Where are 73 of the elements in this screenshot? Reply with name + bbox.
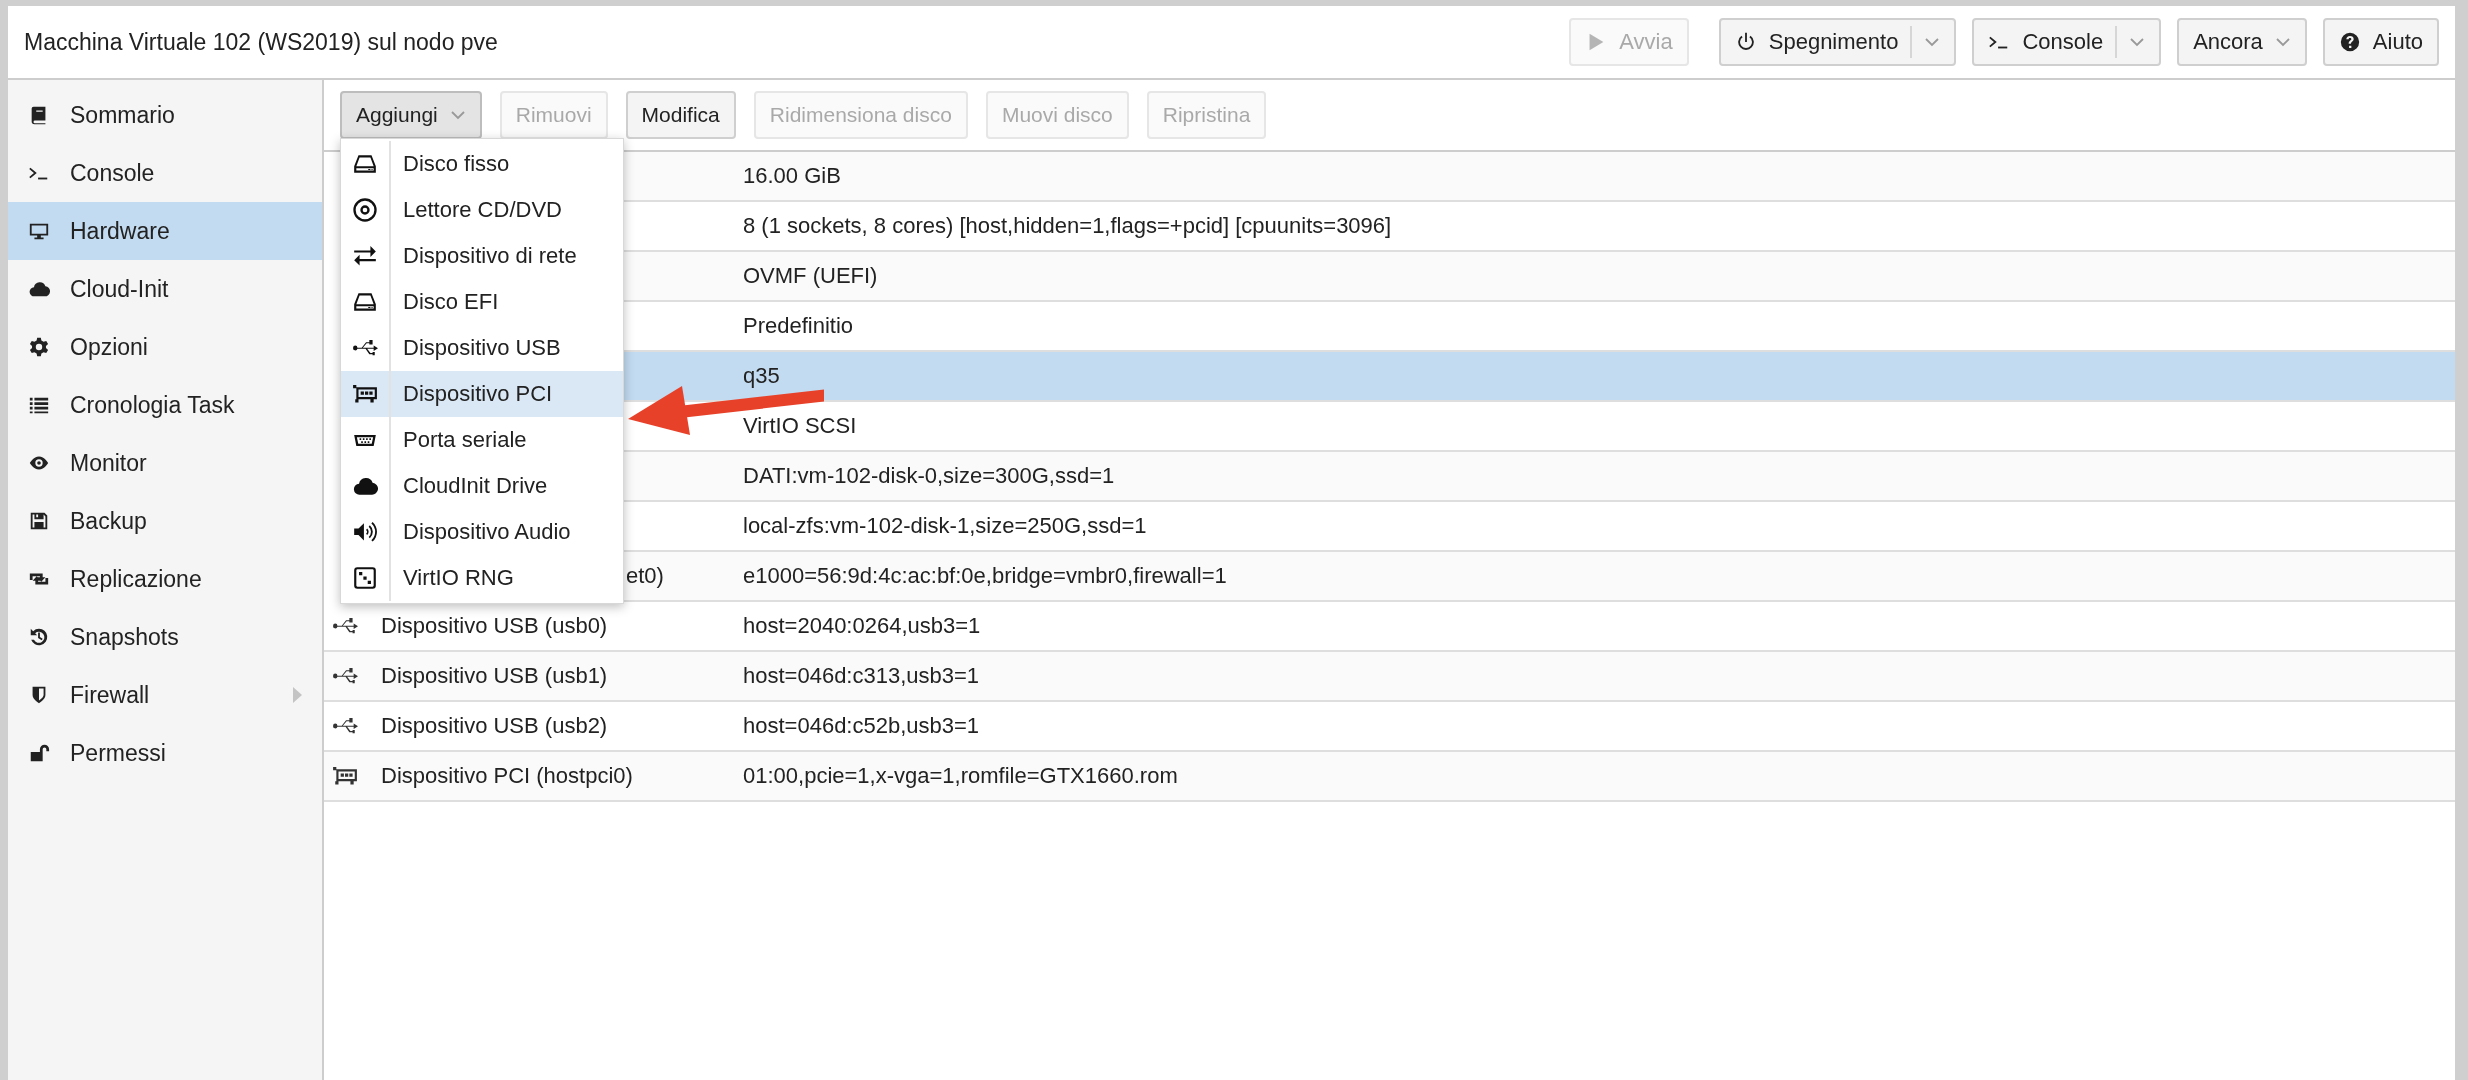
menu-item[interactable]: VirtIO RNG	[341, 555, 623, 601]
toolbar-button[interactable]: Spegnimento	[1718, 18, 1957, 66]
sidebar-item[interactable]: Backup	[8, 492, 322, 550]
table-cell: local-zfs:vm-102-disk-1,size=250G,ssd=1	[743, 513, 1147, 539]
menu-item[interactable]: CloudInit Drive	[341, 463, 623, 509]
menu-item[interactable]: Disco fisso	[341, 141, 623, 187]
usb-icon	[332, 717, 358, 735]
menu-item[interactable]: Dispositivo USB	[341, 325, 623, 371]
toolbar-button[interactable]: Modifica	[625, 91, 736, 139]
dice-icon	[352, 565, 378, 591]
sidebar-item[interactable]: Snapshots	[8, 608, 322, 666]
caret-icon	[449, 110, 466, 120]
help-icon	[2338, 31, 2361, 53]
sidebar-item[interactable]: Opzioni	[8, 318, 322, 376]
toolbar-button[interactable]: Ancora	[2177, 18, 2307, 66]
unlocked-padlock-icon	[28, 742, 50, 764]
table-cell: 16.00 GiB	[743, 163, 841, 189]
table-cell: DATI:vm-102-disk-0,size=300G,ssd=1	[743, 463, 1115, 489]
menu-item[interactable]: Porta seriale	[341, 417, 623, 463]
table-row[interactable]: DATI:vm-102-disk-0,size=300G,ssd=1	[622, 452, 2455, 502]
table-cell: VirtIO SCSI	[743, 413, 857, 439]
table-row[interactable]: Dispositivo PCI (hostpci0) 01:00,pcie=1,x-vga=1,romfile=GTX1660.rom	[324, 752, 2455, 802]
table-cell: q35	[743, 363, 780, 389]
gear-icon	[28, 336, 50, 358]
usb-icon	[352, 339, 378, 357]
expansion-card-icon	[352, 384, 378, 404]
table-cell: host=2040:0264,usb3=1	[743, 613, 981, 639]
toolbar-button[interactable]: Console	[1972, 18, 2162, 66]
swap-arrows-icon	[352, 245, 378, 267]
sidebar-item[interactable]: Hardware	[8, 202, 322, 260]
caret-icon	[2274, 37, 2291, 47]
caret-icon	[2129, 37, 2146, 47]
table-row[interactable]: q35	[622, 352, 2455, 402]
table-cell: Dispositivo USB (usb1)	[381, 663, 608, 688]
history-icon	[28, 626, 50, 648]
sidebar-item[interactable]: Console	[8, 144, 322, 202]
usb-icon	[332, 617, 358, 635]
table-row[interactable]: 16.00 GiB	[622, 152, 2455, 202]
table-cell: host=046d:c52b,usb3=1	[743, 713, 980, 739]
table-cell: host=046d:c313,usb3=1	[743, 663, 980, 689]
menu-item[interactable]: Disco EFI	[341, 279, 623, 325]
help-button[interactable]: Aiuto	[2322, 18, 2439, 66]
sidebar-item[interactable]: Replicazione	[8, 550, 322, 608]
menu-item[interactable]: Lettore CD/DVD	[341, 187, 623, 233]
menu-item[interactable]: Dispositivo PCI	[341, 371, 623, 417]
sidebar-item[interactable]: Cloud-Init	[8, 260, 322, 318]
window-title: Macchina Virtuale 102 (WS2019) sul nodo pve	[24, 28, 499, 56]
sidebar-item[interactable]: Cronologia Task	[8, 376, 322, 434]
sidebar-item[interactable]: Firewall	[8, 666, 322, 724]
expand-arrow-icon[interactable]	[293, 687, 302, 703]
table-cell: e1000=56:9d:4c:ac:bf:0e,bridge=vmbr0,firewall=1	[743, 563, 1227, 589]
table-cell: 01:00,pcie=1,x-vga=1,romfile=GTX1660.rom	[743, 763, 1178, 789]
sidebar-item[interactable]: Sommario	[8, 86, 322, 144]
sidebar-item[interactable]: Permessi	[8, 724, 322, 782]
table-row[interactable]: OVMF (UEFI)	[622, 252, 2455, 302]
table-row[interactable]: Dispositivo USB (usb1) host=046d:c313,usb3=1	[324, 652, 2455, 702]
expansion-card-icon	[332, 766, 358, 786]
speaker-icon	[352, 521, 378, 543]
serial-port-icon	[352, 433, 378, 447]
table-cell: Predefinitio	[743, 313, 854, 339]
sidebar-item[interactable]: Monitor	[8, 434, 322, 492]
table-cell: 8 (1 sockets, 8 cores) [host,hidden=1,flags=+pcid] [cpuunits=3096]	[743, 213, 1392, 239]
toolbar-button[interactable]: Aggiungi	[340, 91, 482, 139]
menu-item[interactable]: Dispositivo Audio	[341, 509, 623, 555]
usb-icon	[332, 667, 358, 685]
caret-icon	[1924, 37, 1941, 47]
table-cell: Dispositivo PCI (hostpci0)	[381, 763, 633, 788]
menu-item[interactable]: Dispositivo di rete	[341, 233, 623, 279]
table-row[interactable]: et0) e1000=56:9d:4c:ac:bf:0e,bridge=vmbr0,firewall=1	[622, 552, 2455, 602]
table-cell: OVMF (UEFI)	[743, 263, 878, 289]
table-cell: Dispositivo USB (usb0)	[381, 613, 608, 638]
table-cell: Dispositivo USB (usb2)	[381, 713, 608, 738]
table-cell: et0)	[626, 563, 664, 588]
